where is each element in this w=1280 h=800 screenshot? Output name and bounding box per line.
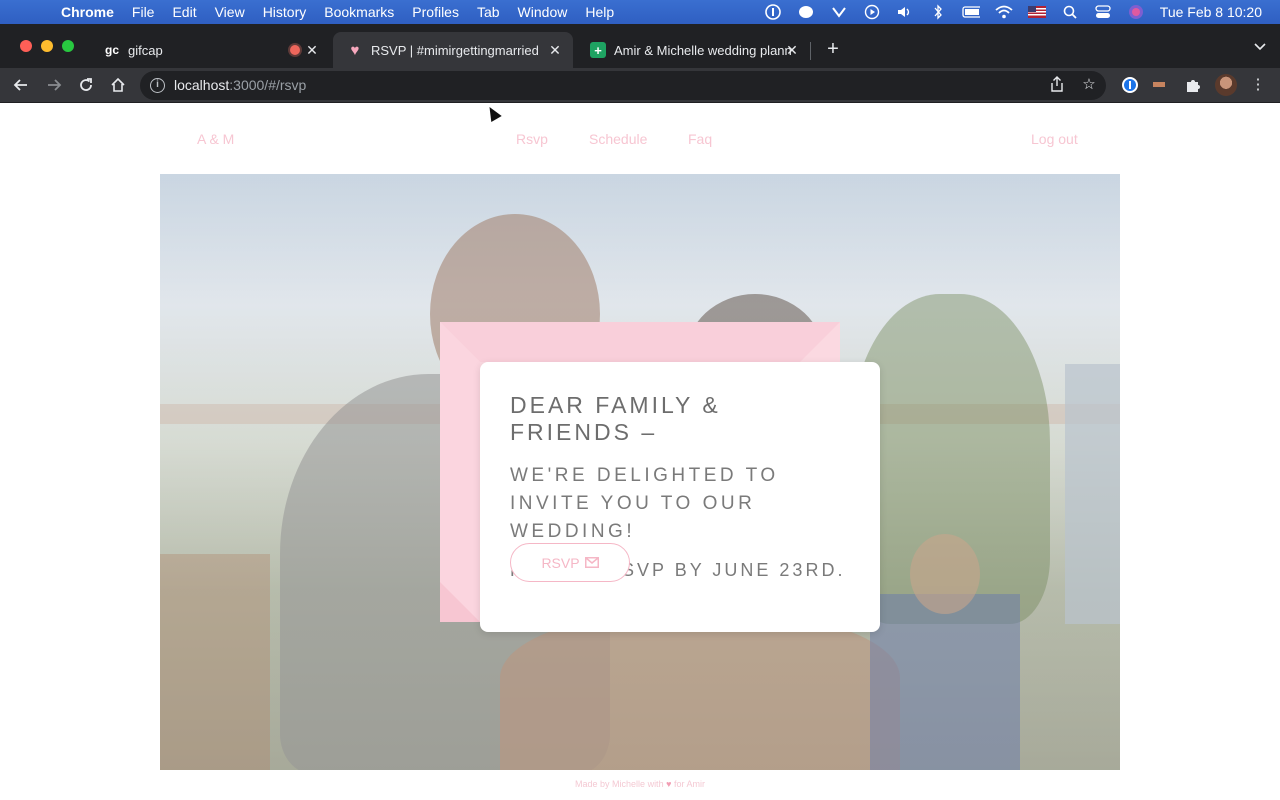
control-center-icon[interactable] [1094, 4, 1112, 20]
home-icon[interactable] [106, 73, 130, 97]
password-extension-icon[interactable] [1119, 74, 1141, 96]
footer-text-after: for Amir [673, 779, 705, 789]
tab-title: RSVP | #mimirgettingmarried [371, 42, 539, 58]
browser-toolbar: i localhost:3000/#/rsvp ☆ ⋮ [0, 68, 1280, 103]
elephant-icon[interactable] [797, 4, 815, 20]
vpn-icon[interactable] [830, 4, 848, 20]
address-bar[interactable]: i localhost:3000/#/rsvp ☆ [140, 71, 1106, 100]
rsvp-button-label: RSVP [541, 554, 580, 571]
battery-icon[interactable] [962, 4, 980, 20]
tab-search-chevron-icon[interactable] [1254, 40, 1266, 54]
close-tab-icon[interactable]: ✕ [304, 42, 320, 58]
gifcap-favicon-icon: gc [104, 43, 119, 57]
profile-avatar[interactable] [1215, 74, 1237, 96]
menu-view[interactable]: View [206, 0, 254, 24]
new-tab-plus-icon[interactable]: + [822, 38, 844, 60]
macos-menu-bar: Chrome File Edit View History Bookmarks … [0, 0, 1280, 24]
invite-message: WE'RE DELIGHTED TO INVITE YOU TO OUR WED… [510, 465, 779, 542]
site-navbar: A & M Rsvp Schedule Faq Log out [160, 104, 1120, 174]
site-footer: Made by Michelle with ♥ for Amir [0, 779, 1280, 789]
tab-wedding-planner[interactable]: + Amir & Michelle wedding plann ✕ [576, 32, 810, 68]
bluetooth-icon[interactable] [929, 4, 947, 20]
menu-help[interactable]: Help [576, 0, 623, 24]
tab-gifcap[interactable]: gc gifcap ✕ [90, 32, 330, 68]
menu-window[interactable]: Window [509, 0, 577, 24]
siri-icon[interactable] [1127, 4, 1145, 20]
logout-link[interactable]: Log out [1031, 131, 1078, 147]
tab-separator [810, 42, 811, 60]
bookmark-star-icon[interactable]: ☆ [1080, 76, 1098, 94]
minimize-window-button[interactable] [41, 40, 53, 52]
password-manager-icon[interactable] [764, 4, 782, 20]
nav-link-faq[interactable]: Faq [688, 131, 712, 147]
menu-bookmarks[interactable]: Bookmarks [315, 0, 403, 24]
heart-icon: ♥ [666, 779, 672, 789]
menu-file[interactable]: File [123, 0, 164, 24]
envelope-icon [584, 555, 599, 571]
nav-link-rsvp[interactable]: Rsvp [516, 131, 548, 147]
browser-tab-strip: gc gifcap ✕ ♥ RSVP | #mimirgettingmarrie… [0, 24, 1280, 68]
menu-profiles[interactable]: Profiles [403, 0, 468, 24]
menu-history[interactable]: History [254, 0, 316, 24]
back-arrow-icon[interactable] [9, 73, 33, 97]
sheets-favicon-icon: + [590, 42, 606, 58]
menu-tab[interactable]: Tab [468, 0, 509, 24]
close-tab-icon[interactable]: ✕ [784, 42, 800, 58]
more-menu-icon[interactable]: ⋮ [1247, 74, 1269, 96]
reload-icon[interactable] [74, 73, 98, 97]
wifi-icon[interactable] [995, 4, 1013, 20]
recording-indicator-icon [290, 45, 300, 55]
play-icon[interactable] [863, 4, 881, 20]
zoom-window-button[interactable] [62, 40, 74, 52]
menu-edit[interactable]: Edit [163, 0, 205, 24]
site-brand-link[interactable]: A & M [197, 131, 234, 147]
heart-favicon-icon: ♥ [350, 41, 360, 59]
invitation-card: DEAR FAMILY & FRIENDS – WE'RE DELIGHTED … [480, 362, 880, 632]
invite-greeting: DEAR FAMILY & FRIENDS – [510, 392, 721, 445]
puzzle-extensions-icon[interactable] [1182, 74, 1204, 96]
tab-rsvp[interactable]: ♥ RSVP | #mimirgettingmarried ✕ [333, 32, 573, 68]
tab-title: gifcap [128, 42, 163, 58]
nav-link-schedule[interactable]: Schedule [589, 131, 647, 147]
footer-text-before: Made by Michelle with [575, 779, 664, 789]
us-flag-icon[interactable] [1027, 4, 1046, 20]
volume-icon[interactable] [896, 4, 914, 20]
close-tab-icon[interactable]: ✕ [547, 42, 563, 58]
window-controls [20, 40, 74, 52]
close-window-button[interactable] [20, 40, 32, 52]
address-url[interactable]: localhost:3000/#/rsvp [174, 77, 306, 93]
share-icon[interactable] [1048, 76, 1066, 94]
menu-bar-clock[interactable]: Tue Feb 8 10:20 [1160, 4, 1262, 20]
menu-app-name[interactable]: Chrome [52, 0, 123, 24]
rsvp-button[interactable]: RSVP [510, 543, 630, 582]
site-info-icon[interactable]: i [150, 78, 165, 93]
forward-arrow-icon[interactable] [42, 73, 66, 97]
spotlight-search-icon[interactable] [1061, 4, 1079, 20]
extension-icon[interactable] [1149, 74, 1171, 96]
tab-title: Amir & Michelle wedding plann [614, 42, 792, 58]
